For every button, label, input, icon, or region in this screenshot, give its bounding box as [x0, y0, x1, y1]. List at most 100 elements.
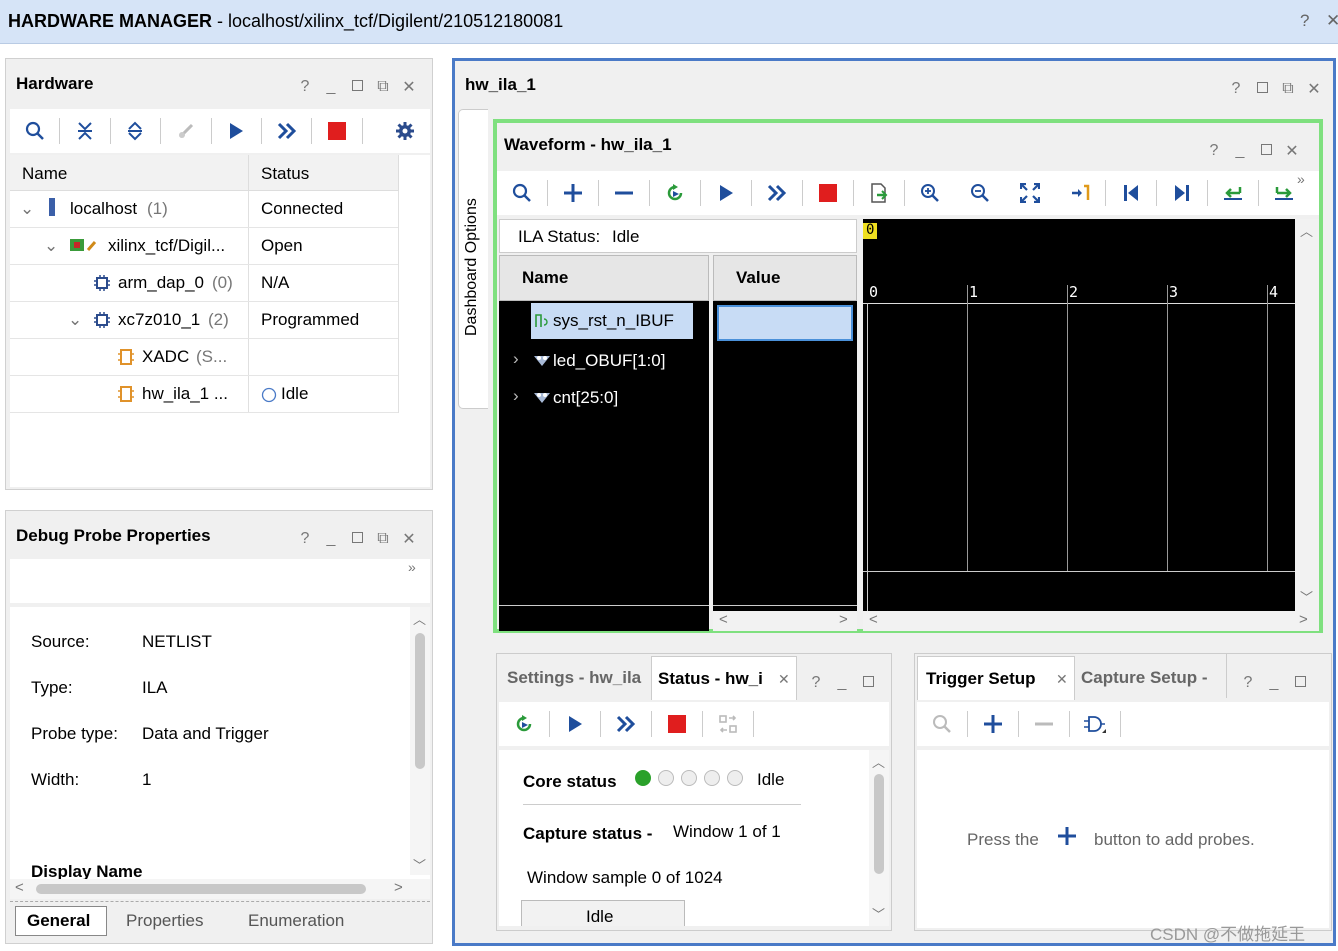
help-icon[interactable]: ? — [1229, 80, 1243, 98]
tab-status[interactable]: Status - hw_i ✕ — [651, 656, 797, 700]
maximize-icon[interactable] — [350, 530, 364, 548]
tab-general[interactable]: General — [15, 906, 107, 936]
scroll-left-icon[interactable]: < — [15, 879, 24, 896]
minimize-icon[interactable]: _ — [324, 78, 338, 96]
collapse-icon[interactable]: ⌄ — [68, 310, 82, 330]
run-trigger-icon[interactable] — [212, 111, 261, 151]
maximize-icon[interactable] — [1259, 142, 1273, 160]
waveform-vscrollbar[interactable]: ︿ ﹀ — [1295, 219, 1319, 611]
run-trigger-icon[interactable] — [550, 704, 600, 744]
maximize-icon[interactable] — [1255, 80, 1269, 98]
close-icon[interactable]: ✕ — [1326, 11, 1338, 31]
close-icon[interactable]: ✕ — [402, 77, 416, 97]
waveform-hscrollbar[interactable]: < > — [863, 611, 1319, 631]
help-icon[interactable]: ? — [298, 78, 312, 96]
maximize-icon[interactable] — [350, 78, 364, 96]
horizontal-scrollbar[interactable]: < > — [10, 879, 430, 899]
tab-trigger-setup[interactable]: Trigger Setup ✕ — [917, 656, 1075, 700]
zoom-out-icon[interactable] — [955, 173, 1005, 213]
minimize-icon[interactable]: _ — [1233, 142, 1247, 160]
scrollbar-thumb[interactable] — [874, 774, 884, 874]
collapse-icon[interactable]: ⌄ — [44, 236, 58, 256]
close-icon[interactable]: ✕ — [1307, 79, 1321, 99]
selected-value-cell[interactable] — [717, 305, 853, 341]
collapse-all-icon[interactable] — [60, 111, 109, 151]
scroll-down-icon[interactable]: ﹀ — [1300, 587, 1313, 606]
logic-gate-icon[interactable] — [1070, 704, 1120, 744]
vertical-scrollbar[interactable]: ︿ ﹀ — [410, 607, 430, 875]
zoom-in-icon[interactable] — [905, 173, 955, 213]
add-probe-icon[interactable] — [968, 704, 1018, 744]
maximize-icon[interactable] — [861, 674, 875, 692]
float-icon[interactable]: ⧉ — [376, 78, 390, 96]
previous-transition-icon[interactable] — [1208, 173, 1258, 213]
minimize-icon[interactable]: _ — [324, 530, 338, 548]
run-immediate-icon[interactable] — [752, 173, 802, 213]
scroll-right-icon[interactable]: > — [1299, 611, 1308, 628]
zoom-fit-icon[interactable] — [1005, 173, 1055, 213]
help-icon[interactable]: ? — [1241, 674, 1255, 692]
minimize-icon[interactable]: _ — [1267, 674, 1281, 692]
scroll-down-icon[interactable]: ﹀ — [872, 904, 885, 923]
status-vscrollbar[interactable]: ︿ ﹀ — [869, 750, 889, 926]
close-tab-icon[interactable]: ✕ — [1056, 671, 1068, 688]
scroll-up-icon[interactable]: ︿ — [872, 752, 885, 771]
expand-icon[interactable]: › — [513, 349, 519, 369]
scrollbar-thumb[interactable] — [415, 633, 425, 769]
tree-row-target[interactable]: ⌄ xilinx_tcf/Digil... Open — [10, 228, 398, 265]
tab-properties[interactable]: Properties — [126, 911, 203, 931]
minimize-icon[interactable]: _ — [835, 674, 849, 692]
signal-row[interactable]: › cnt[25:0] — [499, 380, 709, 416]
expand-icon[interactable]: › — [513, 386, 519, 406]
search-icon[interactable] — [497, 173, 547, 213]
go-to-start-icon[interactable] — [1106, 173, 1156, 213]
name-column-header[interactable]: Name — [499, 255, 709, 301]
scroll-left-icon[interactable]: < — [719, 611, 728, 628]
gear-icon[interactable] — [381, 111, 430, 151]
tree-row-ila[interactable]: hw_ila_1 ... Idle — [10, 376, 398, 413]
run-immediate-icon[interactable] — [601, 704, 651, 744]
tab-capture-setup[interactable]: Capture Setup - — [1075, 654, 1227, 698]
tree-row-xadc[interactable]: XADC (S... — [10, 339, 398, 376]
scroll-up-icon[interactable]: ︿ — [413, 609, 426, 628]
scroll-left-icon[interactable]: < — [869, 611, 878, 628]
column-status[interactable]: Status — [261, 164, 309, 184]
help-icon[interactable]: ? — [809, 674, 823, 692]
tree-row-device[interactable]: ⌄ xc7z010_1 (2) Programmed — [10, 302, 398, 339]
stop-icon[interactable] — [652, 704, 702, 744]
dashboard-options-tab[interactable]: Dashboard Options — [458, 109, 488, 409]
scroll-right-icon[interactable]: > — [839, 611, 848, 628]
more-icon[interactable]: » — [1297, 171, 1305, 187]
go-to-end-icon[interactable] — [1157, 173, 1207, 213]
column-name[interactable]: Name — [22, 164, 67, 184]
waveform-canvas[interactable]: 0 0 1 2 3 4 — [863, 219, 1295, 611]
signal-row[interactable]: › led_OBUF[1:0] — [499, 343, 709, 379]
add-icon[interactable] — [548, 173, 598, 213]
tab-settings[interactable]: Settings - hw_ila — [499, 654, 651, 698]
close-icon[interactable]: ✕ — [402, 529, 416, 549]
export-icon[interactable] — [854, 173, 904, 213]
remove-icon[interactable] — [599, 173, 649, 213]
capture-state-button[interactable]: Idle — [521, 900, 685, 926]
scrollbar-thumb[interactable] — [36, 884, 366, 894]
tab-enumeration[interactable]: Enumeration — [248, 911, 344, 931]
help-icon[interactable]: ? — [1207, 142, 1221, 160]
float-icon[interactable]: ⧉ — [1281, 80, 1295, 98]
search-icon[interactable] — [10, 111, 59, 151]
go-to-cursor-icon[interactable] — [1055, 173, 1105, 213]
signal-row-selected[interactable]: sys_rst_n_IBUF — [531, 303, 693, 339]
stop-icon[interactable] — [803, 173, 853, 213]
stop-icon[interactable] — [312, 111, 361, 151]
close-icon[interactable]: ✕ — [1285, 141, 1299, 161]
expand-all-icon[interactable] — [111, 111, 160, 151]
auto-refresh-icon[interactable] — [650, 173, 700, 213]
value-column-header[interactable]: Value — [713, 255, 857, 301]
help-icon[interactable]: ? — [1300, 11, 1309, 31]
tree-row-localhost[interactable]: ⌄ localhost (1) Connected — [10, 191, 398, 228]
scroll-up-icon[interactable]: ︿ — [1300, 221, 1313, 240]
tree-row-arm-dap[interactable]: arm_dap_0 (0) N/A — [10, 265, 398, 302]
scroll-right-icon[interactable]: > — [394, 879, 403, 896]
close-tab-icon[interactable]: ✕ — [778, 671, 790, 688]
more-icon[interactable]: » — [408, 559, 416, 575]
help-icon[interactable]: ? — [298, 530, 312, 548]
